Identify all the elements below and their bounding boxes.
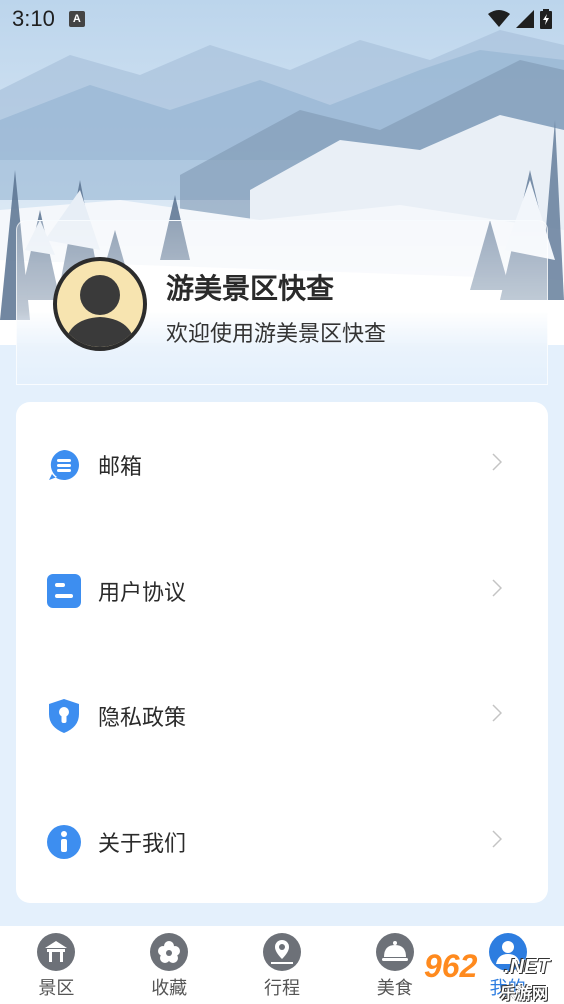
nav-tab-scenic[interactable]: 景区 (0, 926, 113, 1004)
nav-label: 收藏 (151, 978, 188, 999)
app-title: 游美景区快查 (166, 272, 335, 305)
battery-icon (540, 9, 552, 29)
status-time: 3:10 (12, 6, 55, 31)
menu-item-privacy-policy[interactable]: 隐私政策 (16, 676, 548, 756)
scenic-gate-icon (37, 933, 76, 971)
flower-icon (150, 933, 189, 971)
app-subtitle: 欢迎使用游美景区快查 (166, 322, 387, 347)
wifi-icon (488, 10, 510, 27)
menu-item-label: 邮箱 (98, 455, 143, 480)
nav-tab-favorites[interactable]: 收藏 (113, 926, 226, 1004)
chevron-right-icon (492, 704, 502, 722)
watermark-brand: 962 (424, 948, 478, 984)
user-silhouette-icon (65, 275, 135, 347)
info-icon (46, 824, 82, 860)
menu-item-label: 关于我们 (98, 832, 187, 857)
nav-label: 景区 (38, 978, 75, 999)
nav-label: 美食 (376, 978, 413, 999)
settings-menu: 邮箱 用户协议 隐私政策 关于我们 (16, 402, 548, 903)
avatar[interactable] (53, 257, 147, 351)
shield-keyhole-icon (46, 698, 82, 734)
nav-tab-itinerary[interactable]: 行程 (226, 926, 339, 1004)
message-icon (46, 447, 82, 483)
food-cloche-icon (375, 933, 414, 971)
nav-label: 行程 (263, 978, 300, 999)
chevron-right-icon (492, 579, 502, 597)
profile-card: 游美景区快查 欢迎使用游美景区快查 (16, 220, 548, 385)
agreement-icon (46, 573, 82, 609)
watermark-suffix: .NET (504, 956, 550, 978)
signal-icon (516, 10, 534, 28)
chevron-right-icon (492, 830, 502, 848)
watermark-sub: 乐游网 (500, 986, 549, 1003)
route-pin-icon (262, 933, 301, 971)
watermark: 962 .NET 乐游网 (424, 948, 564, 1004)
menu-item-mailbox[interactable]: 邮箱 (16, 425, 548, 505)
menu-item-user-agreement[interactable]: 用户协议 (16, 551, 548, 631)
status-bar: 3:10 A (0, 0, 564, 38)
menu-item-about-us[interactable]: 关于我们 (16, 802, 548, 882)
menu-item-label: 隐私政策 (98, 706, 187, 731)
chevron-right-icon (492, 453, 502, 471)
menu-item-label: 用户协议 (98, 581, 187, 606)
notification-icon: A (68, 11, 85, 27)
